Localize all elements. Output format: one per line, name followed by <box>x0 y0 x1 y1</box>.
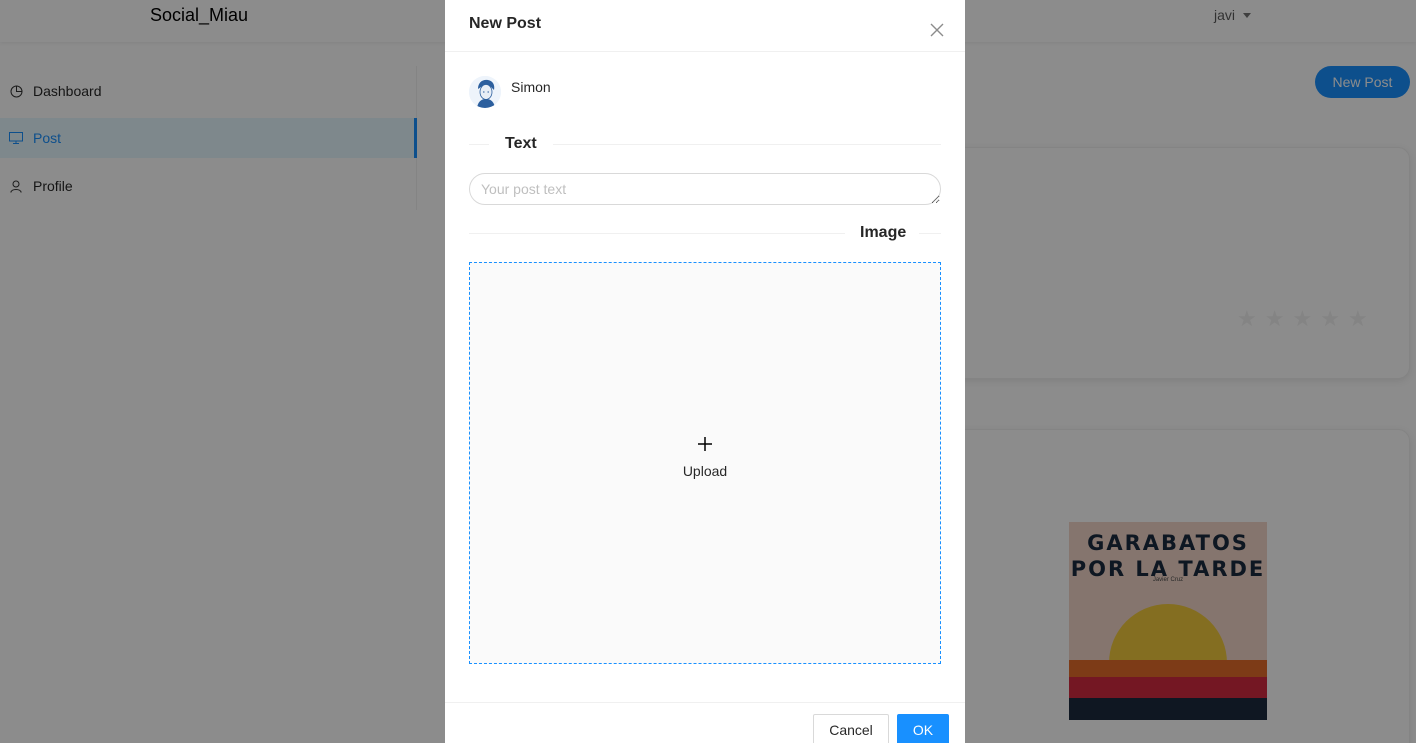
upload-label: Upload <box>682 463 728 479</box>
image-upload-dropzone[interactable]: Upload <box>469 262 941 664</box>
modal-footer: Cancel OK <box>445 702 965 743</box>
divider <box>919 233 941 234</box>
author-name: Simon <box>511 79 551 95</box>
plus-icon <box>698 437 712 451</box>
divider <box>469 233 845 234</box>
post-author: Simon <box>469 76 551 108</box>
cancel-button[interactable]: Cancel <box>813 714 889 743</box>
image-section-label: Image <box>860 224 907 241</box>
close-icon <box>930 23 944 37</box>
modal-header: New Post <box>445 0 965 52</box>
close-button[interactable] <box>925 18 949 42</box>
post-text-input[interactable] <box>469 173 941 205</box>
divider <box>553 144 941 145</box>
modal-title: New Post <box>469 15 542 32</box>
avatar <box>469 76 501 108</box>
ok-button[interactable]: OK <box>897 714 949 743</box>
new-post-modal: New Post Simon Text Image Upload Cancel … <box>445 0 965 743</box>
text-section-label: Text <box>505 135 537 152</box>
divider <box>469 144 489 145</box>
